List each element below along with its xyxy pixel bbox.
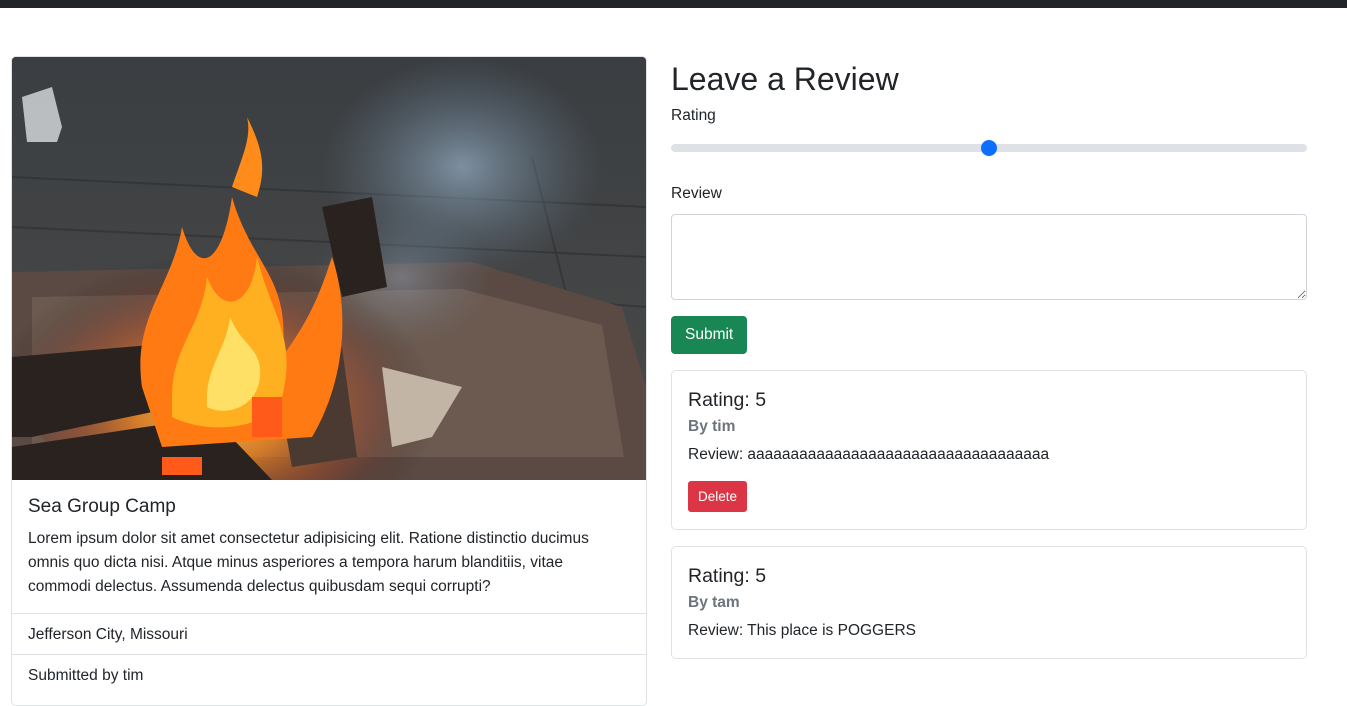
review-card: Rating: 5 By tim Review: aaaaaaaaaaaaaaa… [671, 370, 1307, 530]
review-card: Rating: 5 By tam Review: This place is P… [671, 546, 1307, 659]
rating-label: Rating [671, 107, 716, 124]
review-textarea[interactable] [671, 214, 1307, 300]
campground-title: Sea Group Camp [28, 496, 176, 517]
rating-slider-thumb[interactable] [981, 140, 997, 156]
campground-image [12, 57, 646, 480]
campground-location: Jefferson City, Missouri [12, 613, 646, 654]
review-rating: Rating: 5 [688, 389, 767, 411]
review-author: By tim [688, 418, 736, 435]
campground-card: Sea Group Camp Lorem ipsum dolor sit ame… [11, 56, 647, 706]
rating-slider[interactable] [671, 137, 1307, 157]
review-column: Leave a Review Rating Review Submit Rati… [671, 56, 1307, 659]
campground-submitted-by: Submitted by tim [12, 654, 646, 695]
campground-body: Sea Group Camp Lorem ipsum dolor sit ame… [12, 480, 646, 613]
review-form-heading: Leave a Review [671, 61, 899, 97]
review-text: Review: This place is POGGERS [688, 622, 916, 639]
review-label: Review [671, 185, 722, 202]
review-text: Review: aaaaaaaaaaaaaaaaaaaaaaaaaaaaaaaa… [688, 446, 1050, 463]
review-author: By tam [688, 594, 740, 611]
delete-review-button[interactable]: Delete [688, 481, 748, 512]
top-navbar [0, 0, 1347, 8]
submit-review-button[interactable]: Submit [671, 316, 748, 354]
campground-description: Lorem ipsum dolor sit amet consectetur a… [28, 530, 589, 595]
review-rating: Rating: 5 [688, 565, 767, 587]
campfire-photo [12, 57, 646, 480]
